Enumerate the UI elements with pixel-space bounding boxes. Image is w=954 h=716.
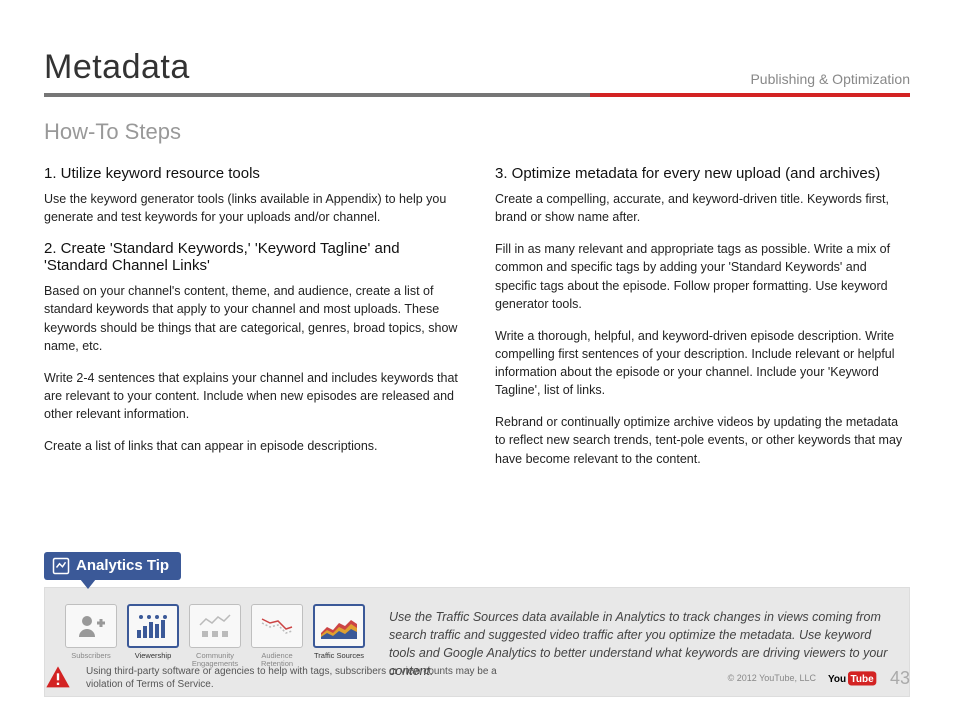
step1-body: Use the keyword generator tools (links a… — [44, 190, 459, 226]
traffic-icon — [313, 604, 365, 648]
warning-text: Using third-party software or agencies t… — [86, 665, 506, 691]
traffic-label: Traffic Sources — [313, 652, 365, 660]
youtube-logo: You Tube — [828, 667, 878, 689]
chart-icon — [52, 557, 70, 575]
step2-title: 2. Create 'Standard Keywords,' 'Keyword … — [44, 240, 459, 274]
breadcrumb: Publishing & Optimization — [750, 71, 910, 87]
section-title: How-To Steps — [44, 119, 910, 145]
step3-body3: Write a thorough, helpful, and keyword-d… — [495, 327, 910, 400]
subscribers-icon — [65, 604, 117, 648]
analytics-tip-label: Analytics Tip — [76, 557, 169, 574]
step3-body4: Rebrand or continually optimize archive … — [495, 413, 910, 467]
footer-right: © 2012 YouTube, LLC You Tube 43 — [728, 667, 910, 689]
right-column: 3. Optimize metadata for every new uploa… — [495, 165, 910, 482]
community-tile: Community Engagements — [189, 604, 241, 669]
svg-text:Tube: Tube — [850, 674, 874, 685]
warning-block: Using third-party software or agencies t… — [44, 664, 506, 692]
community-icon — [189, 604, 241, 648]
traffic-tile: Traffic Sources — [313, 604, 365, 669]
step3-body1: Create a compelling, accurate, and keywo… — [495, 190, 910, 226]
step1-title: 1. Utilize keyword resource tools — [44, 165, 459, 182]
header-rule — [44, 93, 910, 97]
footer: Using third-party software or agencies t… — [44, 664, 910, 692]
viewership-tile: Viewership — [127, 604, 179, 669]
step2-body2: Write 2-4 sentences that explains your c… — [44, 369, 459, 423]
warning-icon — [44, 664, 72, 692]
retention-tile: Audience Retention — [251, 604, 303, 669]
step3-body2: Fill in as many relevant and appropriate… — [495, 240, 910, 313]
step2-body3: Create a list of links that can appear i… — [44, 437, 459, 455]
viewership-label: Viewership — [127, 652, 179, 660]
subscribers-label: Subscribers — [65, 652, 117, 660]
svg-text:You: You — [828, 674, 846, 685]
page-number: 43 — [890, 668, 910, 689]
step2-body1: Based on your channel's content, theme, … — [44, 282, 459, 355]
analytics-icon-row: Subscribers Viewership Community Engagem… — [65, 604, 365, 669]
viewership-icon — [127, 604, 179, 648]
subscribers-tile: Subscribers — [65, 604, 117, 669]
page-title: Metadata — [44, 48, 190, 87]
retention-icon — [251, 604, 303, 648]
copyright: © 2012 YouTube, LLC — [728, 673, 816, 683]
badge-arrow — [80, 579, 96, 589]
analytics-tip-badge: Analytics Tip — [44, 552, 181, 580]
step3-title: 3. Optimize metadata for every new uploa… — [495, 165, 910, 182]
left-column: 1. Utilize keyword resource tools Use th… — [44, 165, 459, 482]
